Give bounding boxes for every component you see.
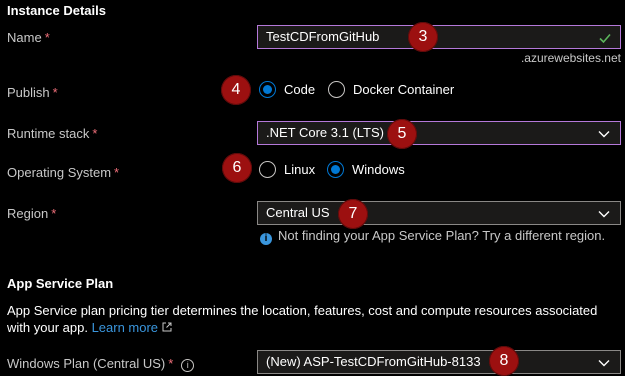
required-marker: * <box>44 30 50 45</box>
info-icon[interactable]: i <box>181 359 195 372</box>
runtime-stack-label: Runtime stack * <box>7 126 98 141</box>
info-icon: i <box>260 233 272 245</box>
region-value: Central US <box>266 205 330 220</box>
runtime-stack-value: .NET Core 3.1 (LTS) <box>266 125 384 140</box>
required-marker: * <box>168 356 174 371</box>
os-linux-label: Linux <box>284 162 316 177</box>
name-label: Name * <box>7 30 50 45</box>
region-dropdown[interactable]: Central US <box>257 201 621 225</box>
os-windows-radio[interactable] <box>327 161 344 178</box>
external-link-icon <box>162 322 172 332</box>
publish-code-label: Code <box>284 82 316 97</box>
region-info-text: Not finding your App Service Plan? Try a… <box>278 228 606 243</box>
required-marker: * <box>114 165 120 180</box>
chevron-down-icon <box>598 131 610 138</box>
required-marker: * <box>92 126 98 141</box>
plan-description: App Service plan pricing tier determines… <box>7 302 621 336</box>
operating-system-label: Operating System * <box>7 165 120 180</box>
windows-plan-value: (New) ASP-TestCDFromGitHub-8133 <box>266 354 481 369</box>
chevron-down-icon <box>598 211 610 218</box>
os-linux-radio[interactable] <box>259 161 276 178</box>
chevron-down-icon <box>598 360 610 367</box>
step-badge-4: 4 <box>221 75 251 105</box>
name-input[interactable]: TestCDFromGitHub <box>257 25 621 49</box>
step-badge-6: 6 <box>222 153 252 183</box>
app-service-plan-heading: App Service Plan <box>7 276 114 291</box>
windows-plan-dropdown[interactable]: (New) ASP-TestCDFromGitHub-8133 <box>257 350 621 374</box>
step-badge-8: 8 <box>489 346 519 376</box>
domain-suffix: .azurewebsites.net <box>520 51 621 65</box>
required-marker: * <box>51 206 57 221</box>
required-marker: * <box>52 85 58 100</box>
runtime-stack-dropdown[interactable]: .NET Core 3.1 (LTS) <box>257 121 621 145</box>
publish-docker-label: Docker Container <box>353 82 455 97</box>
publish-code-radio[interactable] <box>259 81 276 98</box>
os-windows-label: Windows <box>352 162 405 177</box>
learn-more-link[interactable]: Learn more <box>92 320 172 335</box>
step-badge-3: 3 <box>408 22 438 52</box>
region-info: i Not finding your App Service Plan? Try … <box>260 228 605 245</box>
windows-plan-label: Windows Plan (Central US) * i <box>7 356 195 372</box>
step-badge-5: 5 <box>387 119 417 149</box>
publish-docker-radio[interactable] <box>328 81 345 98</box>
region-label: Region * <box>7 206 57 221</box>
instance-details-heading: Instance Details <box>7 3 106 18</box>
checkmark-icon <box>599 33 611 44</box>
step-badge-7: 7 <box>338 199 368 229</box>
name-input-value: TestCDFromGitHub <box>266 29 380 44</box>
publish-label: Publish * <box>7 85 58 100</box>
